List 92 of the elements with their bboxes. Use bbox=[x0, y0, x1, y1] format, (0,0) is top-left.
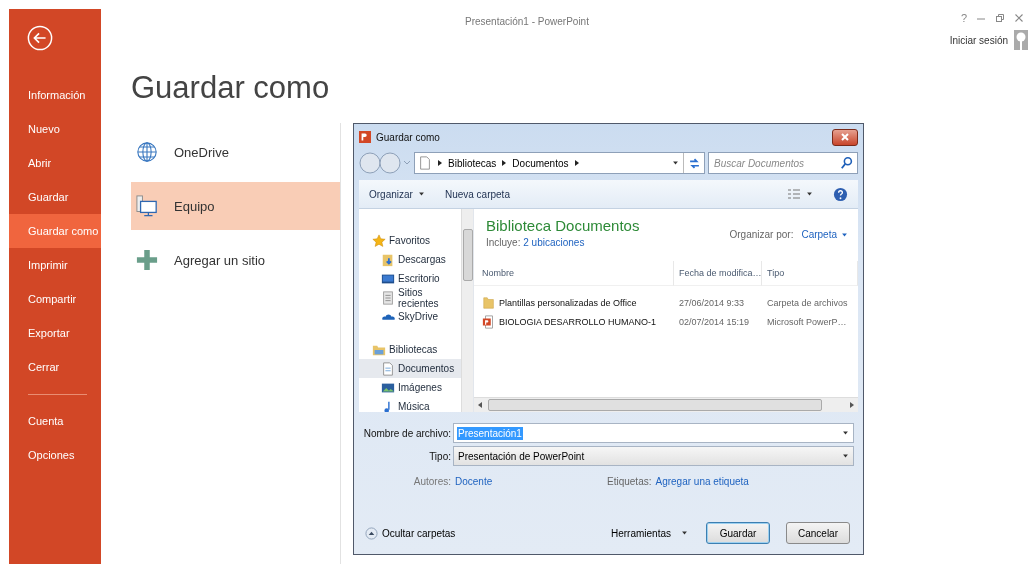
help-icon[interactable] bbox=[833, 186, 848, 202]
nav-item[interactable]: Descargas bbox=[359, 250, 461, 269]
search-field[interactable]: Buscar Documentos bbox=[708, 152, 858, 174]
dialog-button[interactable]: Guardar bbox=[706, 522, 770, 544]
add-tag-link[interactable]: Agregar una etiqueta bbox=[655, 476, 749, 487]
locations-link[interactable]: 2 ubicaciones bbox=[523, 237, 585, 248]
arrange-by-dropdown[interactable]: Carpeta bbox=[801, 229, 848, 240]
computer-icon bbox=[136, 195, 158, 217]
nav-item[interactable]: Sitios recientes bbox=[359, 288, 461, 307]
dialog-close-button[interactable] bbox=[832, 128, 858, 146]
authors-link[interactable]: Docente bbox=[455, 476, 603, 487]
sidebar-item[interactable]: Nuevo bbox=[9, 112, 101, 146]
sidebar-item[interactable]: Guardar bbox=[9, 180, 101, 214]
column-header[interactable]: Nombre bbox=[474, 261, 674, 286]
table-cell-text: 02/07/2014 15:19 bbox=[678, 315, 751, 329]
type-label: Tipo: bbox=[428, 450, 451, 462]
collapse-icon bbox=[365, 526, 378, 540]
file-name-label: Nombre de archivo: bbox=[362, 427, 451, 439]
nav-item[interactable]: SkyDrive bbox=[359, 307, 461, 326]
list-view-icon bbox=[787, 188, 801, 200]
new-folder-button[interactable]: Nueva carpeta bbox=[444, 188, 510, 200]
column-header[interactable]: Fecha de modifica… bbox=[674, 261, 762, 286]
file-name[interactable]: Plantillas personalizadas de Office bbox=[474, 294, 674, 311]
nav-item[interactable]: Música bbox=[359, 397, 461, 412]
sidebar-item[interactable]: Opciones bbox=[9, 438, 101, 472]
address-bar[interactable]: Bibliotecas Documentos bbox=[414, 152, 705, 174]
nav-group-item[interactable]: Bibliotecas bbox=[359, 340, 461, 359]
arrange-by-label: Organizar por: bbox=[729, 229, 794, 240]
table-cell-text: Microsoft PowerP… bbox=[766, 315, 848, 329]
sidebar-item[interactable]: Exportar bbox=[9, 316, 101, 350]
document-icon bbox=[418, 156, 432, 170]
sidebar-item[interactable]: Cuenta bbox=[9, 404, 101, 438]
page-heading: Guardar como bbox=[131, 69, 331, 107]
sidebar-item[interactable]: Abrir bbox=[9, 146, 101, 180]
table-cell-text: 27/06/2014 9:33 bbox=[678, 296, 746, 310]
presentation-app-icon bbox=[359, 131, 371, 143]
sign-in-link[interactable]: Iniciar sesión bbox=[949, 34, 1008, 46]
caret-icon[interactable] bbox=[681, 531, 688, 535]
breadcrumb-item[interactable]: Documentos bbox=[512, 157, 569, 169]
horizontal-scrollbar[interactable] bbox=[474, 397, 858, 412]
chevron-right-icon[interactable] bbox=[502, 160, 507, 166]
dialog-title: Guardar como bbox=[376, 131, 440, 143]
scroll-right-icon[interactable] bbox=[850, 402, 854, 408]
vertical-scrollbar[interactable] bbox=[461, 209, 473, 412]
caret-icon bbox=[841, 232, 848, 237]
caret-icon[interactable] bbox=[842, 431, 849, 435]
sidebar-item[interactable]: Compartir bbox=[9, 282, 101, 316]
presentation-file-icon bbox=[482, 314, 496, 329]
sidebar-item[interactable]: Información bbox=[9, 78, 101, 112]
breadcrumb-item[interactable]: Bibliotecas bbox=[448, 157, 497, 169]
search-icon[interactable] bbox=[840, 156, 854, 170]
chevron-right-icon[interactable] bbox=[438, 160, 442, 166]
document-icon bbox=[381, 361, 395, 376]
plus-icon bbox=[136, 249, 158, 271]
column-header[interactable]: Tipo bbox=[762, 261, 858, 286]
authors-label: Autores: bbox=[412, 476, 451, 487]
nav-item[interactable]: Imágenes bbox=[359, 378, 461, 397]
dialog-button[interactable]: Cancelar bbox=[786, 522, 850, 544]
globe-icon bbox=[136, 141, 158, 163]
table-cell-text: Carpeta de archivos bbox=[766, 296, 849, 310]
hide-folders-button[interactable]: Ocultar carpetas bbox=[365, 526, 456, 540]
nav-item[interactable]: Documentos bbox=[359, 359, 461, 378]
caret-icon[interactable] bbox=[842, 454, 849, 458]
downloads-folder-icon bbox=[381, 252, 395, 267]
tags-label: Etiquetas: bbox=[607, 476, 652, 487]
refresh-icon bbox=[688, 157, 700, 169]
includes-label: Incluye: bbox=[486, 237, 521, 248]
close-icon[interactable] bbox=[1014, 13, 1024, 23]
sidebar-item[interactable]: Imprimir bbox=[9, 248, 101, 282]
place-option[interactable]: Equipo bbox=[131, 182, 340, 230]
caret-icon[interactable] bbox=[672, 161, 679, 165]
file-name[interactable]: BIOLOGIA DESARROLLO HUMANO-1 bbox=[474, 313, 674, 330]
caret-icon[interactable] bbox=[417, 192, 425, 196]
window-title: Presentación1 - PowerPoint bbox=[465, 16, 589, 27]
close-icon bbox=[840, 132, 850, 142]
tools-menu[interactable]: Herramientas bbox=[610, 527, 688, 539]
star-icon bbox=[372, 233, 386, 248]
nav-item[interactable]: Escritorio bbox=[359, 269, 461, 288]
library-title: Biblioteca Documentos bbox=[486, 217, 640, 234]
restore-icon[interactable] bbox=[995, 13, 1005, 23]
chevron-right-icon[interactable] bbox=[574, 160, 579, 166]
caret-icon[interactable] bbox=[806, 192, 813, 196]
recent-places-icon bbox=[381, 290, 395, 305]
organize-menu[interactable]: Organizar bbox=[369, 188, 425, 200]
scroll-left-icon[interactable] bbox=[478, 402, 482, 408]
file-type-dropdown[interactable]: Presentación de PowerPoint bbox=[453, 446, 854, 466]
place-option[interactable]: OneDrive bbox=[131, 128, 340, 176]
place-option[interactable]: Agregar un sitio bbox=[131, 236, 340, 284]
sidebar-item[interactable]: Cerrar bbox=[9, 350, 101, 384]
help-button[interactable]: ? bbox=[960, 12, 967, 24]
folder-icon bbox=[482, 295, 496, 310]
nav-group-item[interactable]: Favoritos bbox=[359, 231, 461, 250]
